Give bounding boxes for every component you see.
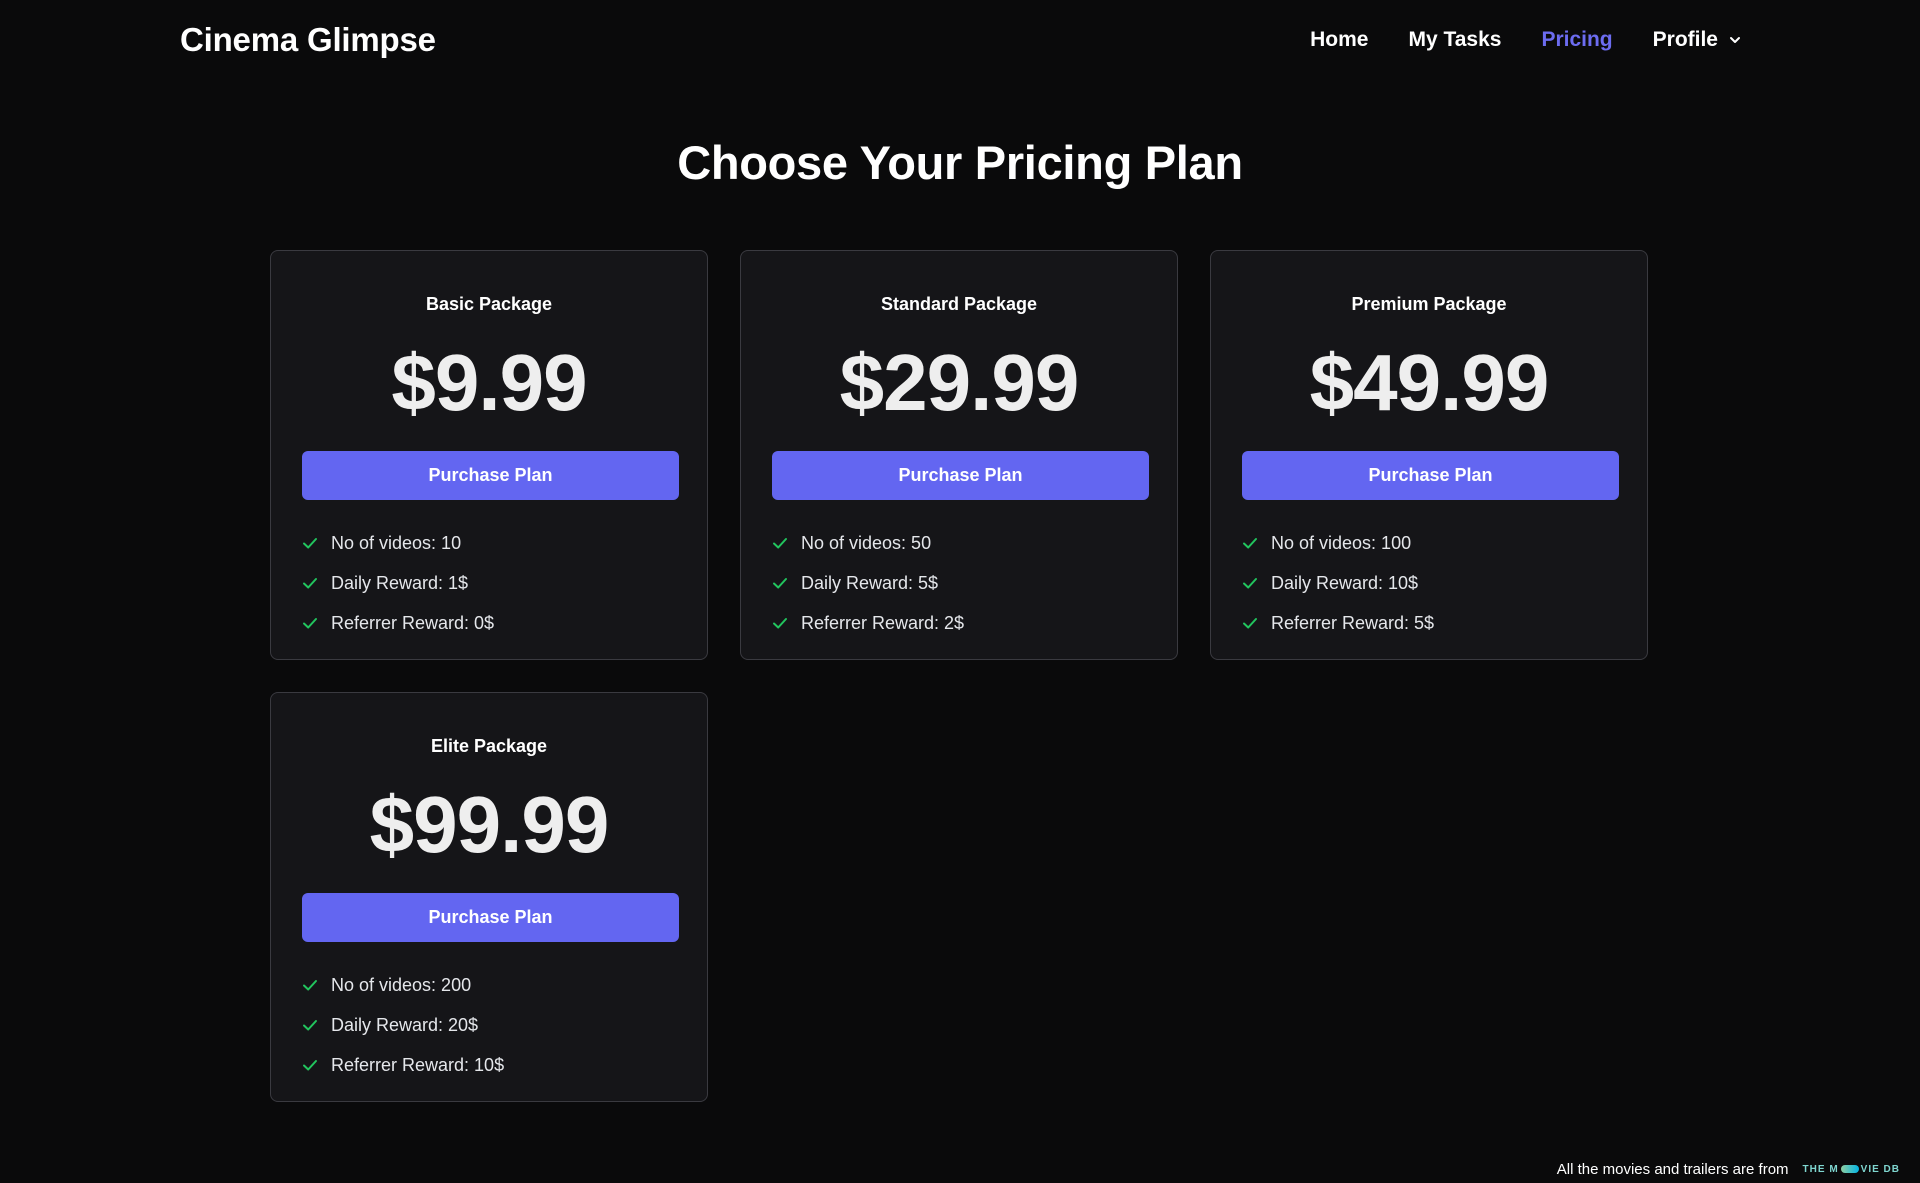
footer-text: All the movies and trailers are from [1556, 1160, 1789, 1178]
navbar: Cinema Glimpse Home My Tasks Pricing Pro… [0, 0, 1920, 80]
tmdb-logo-left: THE M [1802, 1163, 1839, 1175]
pricing-page: Cinema Glimpse Home My Tasks Pricing Pro… [0, 0, 1920, 1183]
feature-item: No of videos: 50 [771, 523, 964, 563]
check-icon [303, 618, 317, 629]
nav-profile-dropdown[interactable]: Profile [1653, 22, 1742, 58]
pricing-card-1: Basic Package $9.99 Purchase Plan No of … [270, 250, 708, 660]
feature-text: No of videos: 100 [1271, 532, 1412, 553]
feature-text: Referrer Reward: 2$ [801, 612, 965, 633]
check-icon [303, 578, 317, 589]
feature-item: Daily Reward: 10$ [1241, 563, 1434, 603]
check-icon [1243, 578, 1257, 589]
check-icon [1243, 538, 1257, 549]
nav-pricing[interactable]: Pricing [1541, 22, 1612, 58]
check-icon [303, 1020, 317, 1031]
feature-list: No of videos: 50 Daily Reward: 5$ Referrer… [771, 523, 964, 643]
plan-price: $9.99 [391, 338, 587, 427]
feature-text: Daily Reward: 1$ [331, 572, 469, 593]
pricing-card-2: Standard Package $29.99 Purchase Plan No… [740, 250, 1178, 660]
feature-list: No of videos: 200 Daily Reward: 20$ Referr… [301, 965, 504, 1085]
feature-item: Referrer Reward: 5$ [1241, 603, 1434, 643]
purchase-plan-button[interactable]: Purchase Plan [302, 893, 679, 942]
main-nav: Home My Tasks Pricing Profile [1310, 22, 1742, 58]
check-icon [1243, 618, 1257, 629]
tmdb-logo-right: VIE DB [1860, 1163, 1900, 1175]
purchase-plan-button[interactable]: Purchase Plan [1242, 451, 1619, 500]
plan-price: $99.99 [369, 780, 610, 869]
check-icon [303, 1060, 317, 1071]
pricing-card-4: Elite Package $99.99 Purchase Plan No of… [270, 692, 708, 1102]
feature-item: Daily Reward: 5$ [771, 563, 964, 603]
tmdb-logo-pill [1840, 1165, 1859, 1173]
feature-item: No of videos: 200 [301, 965, 504, 1005]
check-icon [773, 578, 787, 589]
check-icon [303, 538, 317, 549]
feature-text: Referrer Reward: 5$ [1271, 612, 1435, 633]
nav-my-tasks[interactable]: My Tasks [1408, 22, 1501, 58]
feature-text: No of videos: 50 [801, 532, 932, 553]
purchase-plan-button[interactable]: Purchase Plan [302, 451, 679, 500]
feature-text: Referrer Reward: 10$ [331, 1054, 505, 1075]
feature-text: Daily Reward: 5$ [801, 572, 939, 593]
feature-list: No of videos: 10 Daily Reward: 1$ Referrer… [301, 523, 494, 643]
pricing-card-3: Premium Package $49.99 Purchase Plan No … [1210, 250, 1648, 660]
feature-text: Daily Reward: 20$ [331, 1014, 479, 1035]
nav-profile-label: Profile [1652, 28, 1718, 51]
feature-list: No of videos: 100 Daily Reward: 10$ Referr… [1241, 523, 1434, 643]
feature-item: Referrer Reward: 10$ [301, 1045, 504, 1085]
plan-price: $49.99 [1309, 338, 1550, 427]
feature-text: Referrer Reward: 0$ [331, 612, 495, 633]
feature-item: Daily Reward: 20$ [301, 1005, 504, 1045]
feature-text: Daily Reward: 10$ [1271, 572, 1419, 593]
page-title: Choose Your Pricing Plan [677, 136, 1243, 189]
chevron-down-icon [1730, 37, 1740, 43]
feature-item: No of videos: 10 [301, 523, 494, 563]
plan-name: Premium Package [1351, 294, 1507, 314]
purchase-plan-button[interactable]: Purchase Plan [772, 451, 1149, 500]
feature-item: No of videos: 100 [1241, 523, 1434, 563]
feature-item: Referrer Reward: 0$ [301, 603, 494, 643]
footer-attribution: All the movies and trailers are from THE… [1557, 1155, 1900, 1183]
plan-name: Elite Package [430, 736, 548, 756]
check-icon [773, 538, 787, 549]
feature-text: No of videos: 200 [331, 974, 472, 995]
plan-name: Standard Package [880, 294, 1038, 314]
brand-logo[interactable]: Cinema Glimpse [180, 20, 436, 60]
plan-price: $29.99 [839, 338, 1080, 427]
tmdb-logo[interactable]: THE M VIE DB [1803, 1164, 1900, 1175]
check-icon [773, 618, 787, 629]
nav-home[interactable]: Home [1310, 22, 1368, 58]
feature-text: No of videos: 10 [331, 532, 462, 553]
feature-item: Referrer Reward: 2$ [771, 603, 964, 643]
check-icon [303, 980, 317, 991]
plan-name: Basic Package [425, 294, 553, 314]
feature-item: Daily Reward: 1$ [301, 563, 494, 603]
